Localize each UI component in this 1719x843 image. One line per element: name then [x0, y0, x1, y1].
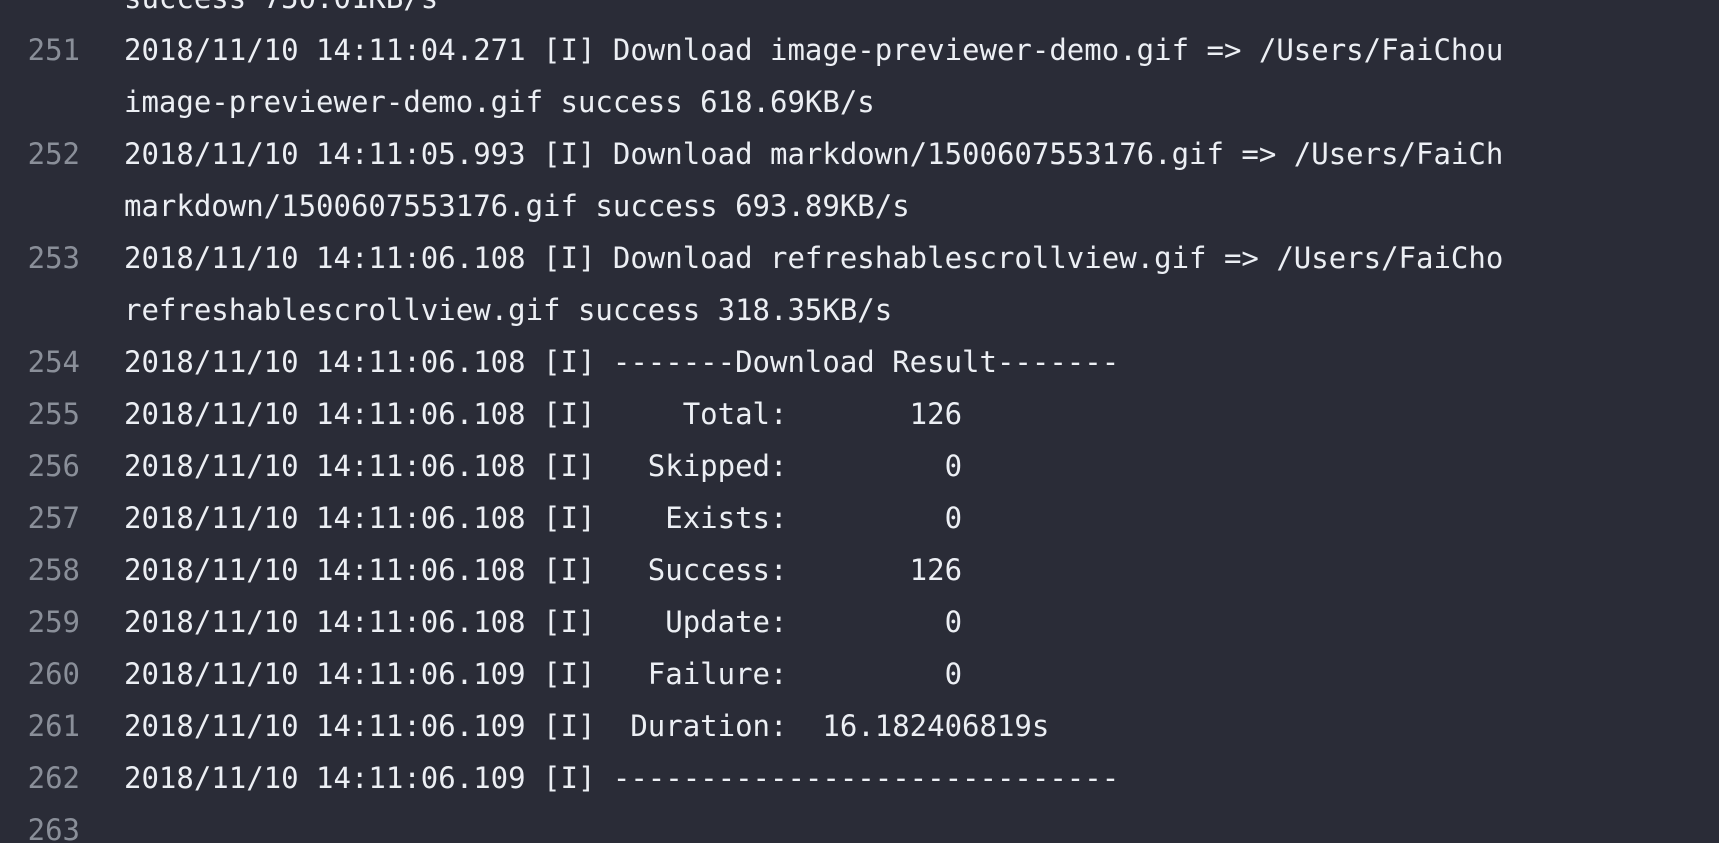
log-line: 255 2018/11/10 14:11:06.108 [I] Total: 12…: [0, 388, 1719, 440]
log-text: 2018/11/10 14:11:06.109 [I] Duration: 16…: [124, 700, 1049, 752]
log-text-segment: 2018/11/10 14:11:06.108 [I] Total: 126: [124, 397, 963, 431]
line-number: 252: [27, 137, 80, 171]
line-number: 253: [27, 241, 80, 275]
log-line: success 750.01KB/s: [0, 0, 1719, 24]
line-number: 258: [27, 553, 80, 587]
line-number: 257: [27, 501, 80, 535]
log-text-segment: 2018/11/10 14:11:06.108 [I] Update: 0: [124, 605, 963, 639]
log-text-segment: markdown/1500607553176.gif success 693.8…: [124, 189, 910, 223]
line-number: 256: [27, 449, 80, 483]
log-line: 252 2018/11/10 14:11:05.993 [I] Download …: [0, 128, 1719, 232]
log-text-segment: 2018/11/10 14:11:06.108 [I] Exists: 0: [124, 501, 963, 535]
log-text-segment: 2018/11/10 14:11:06.108 [I] -------Downl…: [124, 345, 1120, 379]
log-text: 2018/11/10 14:11:06.108 [I] Success: 126: [124, 544, 962, 596]
log-text: 2018/11/10 14:11:06.108 [I] Skipped: 0: [124, 440, 962, 492]
log-line: 253 2018/11/10 14:11:06.108 [I] Download …: [0, 232, 1719, 336]
log-text: 2018/11/10 14:11:06.108 [I] Update: 0: [124, 596, 962, 648]
log-line: 254 2018/11/10 14:11:06.108 [I] -------Do…: [0, 336, 1719, 388]
line-number: 259: [27, 605, 80, 639]
log-line: 259 2018/11/10 14:11:06.108 [I] Update: 0: [0, 596, 1719, 648]
log-viewer: success 750.01KB/s 251 2018/11/10 14:11:04…: [0, 0, 1719, 843]
log-line: 262 2018/11/10 14:11:06.109 [I] ---------…: [0, 752, 1719, 804]
line-number: 254: [27, 345, 80, 379]
log-text-segment: 2018/11/10 14:11:06.108 [I] Download ref…: [124, 241, 1504, 275]
log-text-segment: 2018/11/10 14:11:05.993 [I] Download mar…: [124, 137, 1504, 171]
log-text: 2018/11/10 14:11:04.271 [I] Download ima…: [124, 24, 1503, 128]
log-text: 2018/11/10 14:11:05.993 [I] Download mar…: [124, 128, 1503, 232]
log-text-segment: success 750.01KB/s: [124, 0, 438, 24]
log-line: 256 2018/11/10 14:11:06.108 [I] Skipped: …: [0, 440, 1719, 492]
log-text: 2018/11/10 14:11:06.109 [I] Failure: 0: [124, 648, 962, 700]
log-text-segment: 2018/11/10 14:11:06.109 [I] Failure: 0: [124, 657, 963, 691]
log-line: 260 2018/11/10 14:11:06.109 [I] Failure: …: [0, 648, 1719, 700]
log-text: 2018/11/10 14:11:06.108 [I] Exists: 0: [124, 492, 962, 544]
log-text-segment: 2018/11/10 14:11:06.108 [I] Skipped: 0: [124, 449, 963, 483]
log-line: 257 2018/11/10 14:11:06.108 [I] Exists: 0: [0, 492, 1719, 544]
log-text-segment: 2018/11/10 14:11:06.109 [I] ------------…: [124, 761, 1120, 795]
line-number: 262: [27, 761, 80, 795]
log-text: success 750.01KB/s: [124, 0, 438, 24]
line-number: 263: [27, 813, 80, 843]
log-text: 2018/11/10 14:11:06.108 [I] Total: 126: [124, 388, 962, 440]
line-number: 251: [27, 33, 80, 67]
line-number: 255: [27, 397, 80, 431]
log-lines: success 750.01KB/s 251 2018/11/10 14:11:04…: [0, 0, 1719, 843]
log-text: 2018/11/10 14:11:06.108 [I] -------Downl…: [124, 336, 1119, 388]
log-line: 263: [0, 804, 1719, 843]
log-line: 261 2018/11/10 14:11:06.109 [I] Duration:…: [0, 700, 1719, 752]
log-text-segment: 2018/11/10 14:11:06.108 [I] Success: 126: [124, 553, 963, 587]
line-number: 260: [27, 657, 80, 691]
log-text: 2018/11/10 14:11:06.109 [I] ------------…: [124, 752, 1119, 804]
line-number: 261: [27, 709, 80, 743]
log-line: 258 2018/11/10 14:11:06.108 [I] Success: …: [0, 544, 1719, 596]
log-text-segment: image-previewer-demo.gif success 618.69K…: [124, 85, 875, 119]
log-text-segment: 2018/11/10 14:11:04.271 [I] Download ima…: [124, 33, 1504, 67]
log-text-segment: 2018/11/10 14:11:06.109 [I] Duration: 16…: [124, 709, 1050, 743]
log-text: 2018/11/10 14:11:06.108 [I] Download ref…: [124, 232, 1503, 336]
log-line: 251 2018/11/10 14:11:04.271 [I] Download …: [0, 24, 1719, 128]
log-text-segment: refreshablescrollview.gif success 318.35…: [124, 293, 893, 327]
